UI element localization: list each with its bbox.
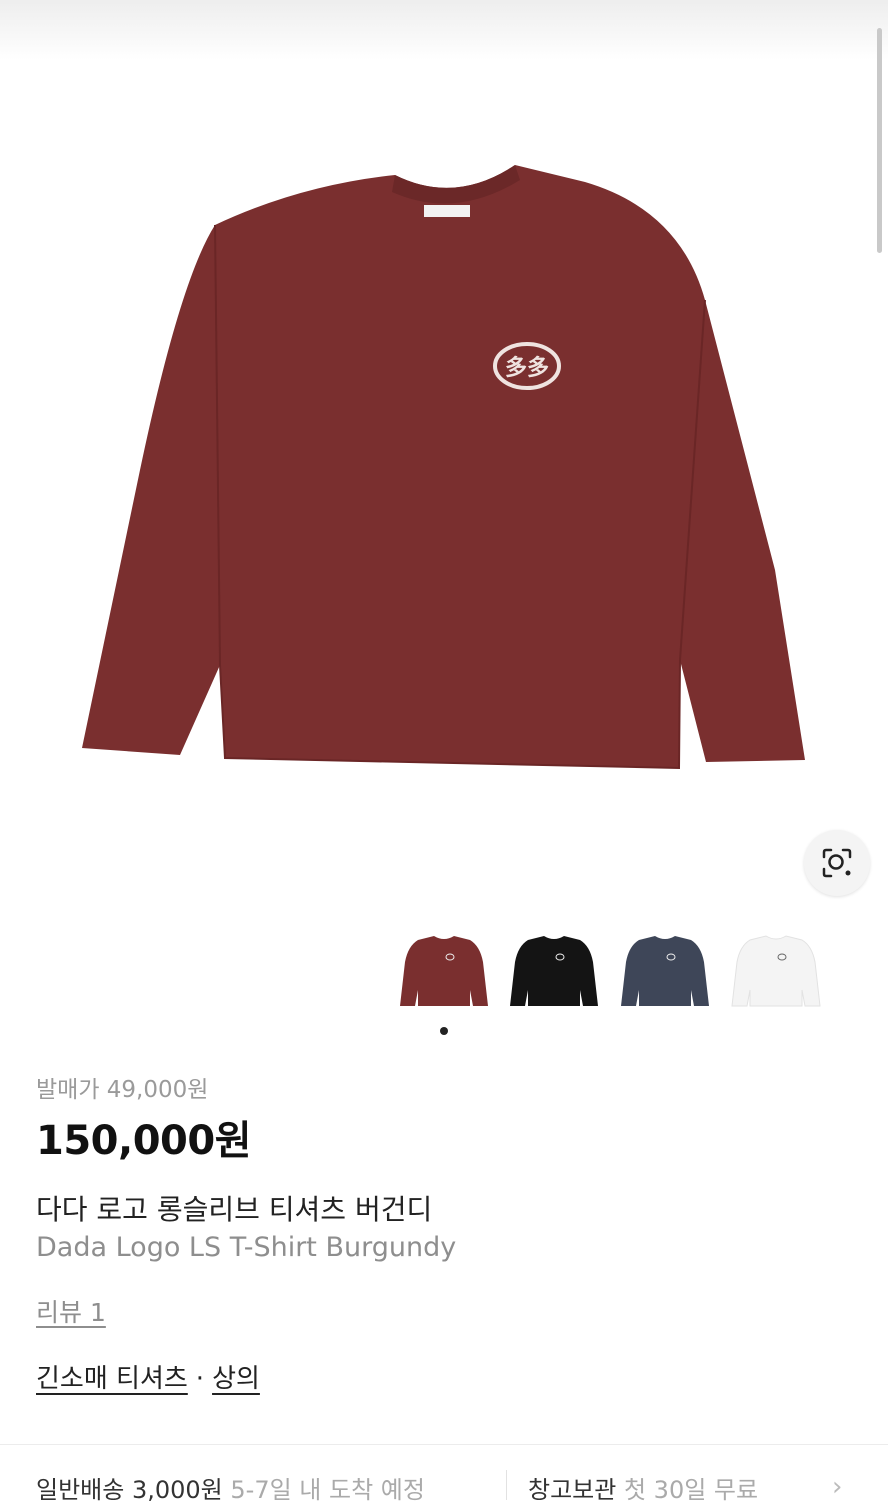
product-name-korean: 다다 로고 롱슬리브 티셔츠 버건디 [36,1193,433,1226]
thumbnail-image [731,935,821,1007]
shipping-separator [506,1470,507,1500]
category-separator: · [195,1364,205,1394]
review-link[interactable]: 리뷰 1 [36,1293,106,1329]
thumbnail-burgundy[interactable] [398,930,490,1008]
current-price: 150,000원 [36,1118,252,1164]
thumbnail-black[interactable] [508,930,600,1008]
lens-search-icon [822,848,852,878]
scrollbar[interactable] [877,28,882,253]
pagination-dot-active[interactable] [440,1027,448,1035]
category-link-tops[interactable]: 상의 [212,1364,260,1394]
lens-search-button[interactable] [804,830,870,896]
chevron-right-icon[interactable]: › [832,1472,842,1502]
category-link-long-sleeve[interactable]: 긴소매 티셔츠 [36,1364,188,1394]
thumbnail-navy[interactable] [619,930,711,1008]
thumbnail-image [400,936,488,1006]
thumbnail-white[interactable] [730,930,822,1008]
product-name-english: Dada Logo LS T-Shirt Burgundy [36,1232,457,1263]
category-breadcrumb: 긴소매 티셔츠 · 상의 [36,1358,260,1395]
thumbnail-image [621,936,709,1006]
product-image-area[interactable]: 多多 [0,0,888,1015]
svg-text:多多: 多多 [505,355,549,381]
thumbnail-image [510,936,598,1006]
product-main-image: 多多 [82,165,805,770]
image-pagination [0,1027,888,1039]
color-thumbnails [398,930,828,1010]
section-divider [0,1444,888,1445]
release-price: 발매가 49,000원 [36,1077,209,1103]
